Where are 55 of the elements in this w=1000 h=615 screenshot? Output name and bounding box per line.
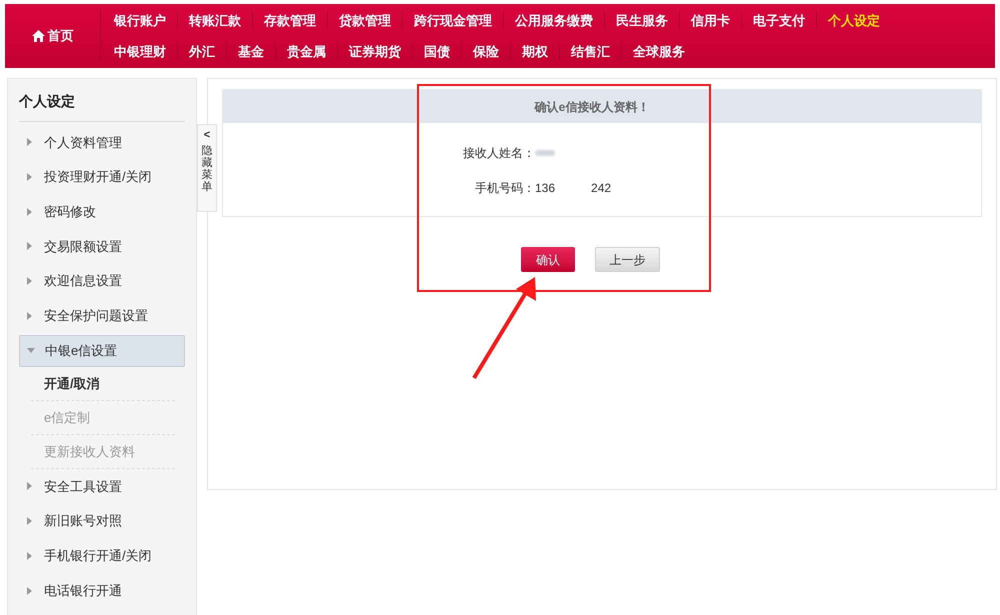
sidebar-item[interactable]: 密码修改 — [19, 194, 185, 230]
sidebar-item[interactable]: 欢迎信息设置 — [19, 264, 185, 298]
nav-link[interactable]: 个人设定 — [817, 10, 891, 30]
nav-link[interactable]: 贷款管理 — [328, 10, 402, 30]
field-label: 手机号码： — [474, 180, 535, 197]
nav-link[interactable]: 跨行现金管理 — [403, 10, 503, 30]
nav-link[interactable]: 国债 — [413, 42, 461, 62]
sidebar-item[interactable]: 交易限额设置 — [19, 229, 185, 264]
nav-link[interactable]: 存款管理 — [253, 10, 327, 30]
nav-link[interactable]: 全球服务 — [622, 42, 696, 62]
nav-link[interactable]: 银行账户 — [103, 10, 177, 30]
sidebar-item[interactable]: 新旧账号对照 — [19, 504, 185, 538]
caret-right-icon — [26, 552, 34, 560]
field-value: 136 — [535, 180, 556, 197]
back-button[interactable]: 上一步 — [595, 247, 660, 272]
caret-right-icon — [26, 277, 34, 286]
caret-right-icon — [26, 242, 34, 250]
nav-link[interactable]: 公用服务缴费 — [504, 10, 604, 30]
caret-right-icon — [26, 586, 34, 595]
sidebar-item[interactable]: 电话银行开通 — [19, 573, 185, 608]
redaction-blur — [535, 150, 555, 156]
nav-link[interactable]: 外汇 — [178, 42, 226, 62]
caret-right-icon — [26, 482, 34, 490]
card-title: 确认e信接收人资料！ — [534, 98, 650, 116]
nav-link[interactable]: 基金 — [227, 42, 275, 62]
home-link[interactable]: 首页 — [32, 26, 74, 46]
sidebar-subitem[interactable]: 开通/取消 — [31, 367, 175, 402]
confirm-button[interactable]: 确认 — [521, 247, 575, 272]
sidebar-item[interactable]: 安全工具设置 — [19, 469, 185, 504]
caret-right-icon — [26, 312, 34, 320]
sidebar-item[interactable]: 中银e信设置 — [19, 335, 185, 368]
nav-link[interactable]: 信用卡 — [680, 10, 741, 30]
nav-link[interactable]: 证券期货 — [338, 42, 412, 62]
sidebar-item[interactable]: 个人资料管理 — [19, 125, 185, 160]
nav-link[interactable]: 贵金属 — [276, 42, 337, 62]
nav-link[interactable]: 转账汇款 — [178, 10, 252, 30]
sidebar-item[interactable]: 投资理财开通/关闭 — [19, 160, 185, 194]
nav-link[interactable]: 期权 — [511, 42, 559, 62]
nav-link[interactable]: 保险 — [462, 42, 510, 62]
sidebar-title: 个人设定 — [19, 91, 185, 122]
nav-link[interactable]: 中银理财 — [103, 42, 177, 62]
nav-link[interactable]: 民生服务 — [605, 10, 679, 30]
caret-right-icon — [26, 208, 34, 216]
home-icon — [32, 30, 44, 42]
hide-menu-tab[interactable]: < 隐藏菜单 — [197, 124, 217, 212]
sidebar-item[interactable]: 手机银行开通/关闭 — [19, 538, 185, 574]
nav-link[interactable]: 电子支付 — [742, 10, 816, 30]
caret-right-icon — [26, 517, 34, 526]
field-value: 242 — [591, 180, 612, 197]
field-label: 接收人姓名： — [462, 145, 535, 162]
sidebar-item[interactable]: 安全保护问题设置 — [19, 298, 185, 334]
nav-link[interactable]: 结售汇 — [560, 42, 621, 62]
caret-right-icon — [26, 173, 34, 182]
caret-right-icon — [26, 138, 34, 146]
caret-down-icon — [27, 347, 35, 356]
